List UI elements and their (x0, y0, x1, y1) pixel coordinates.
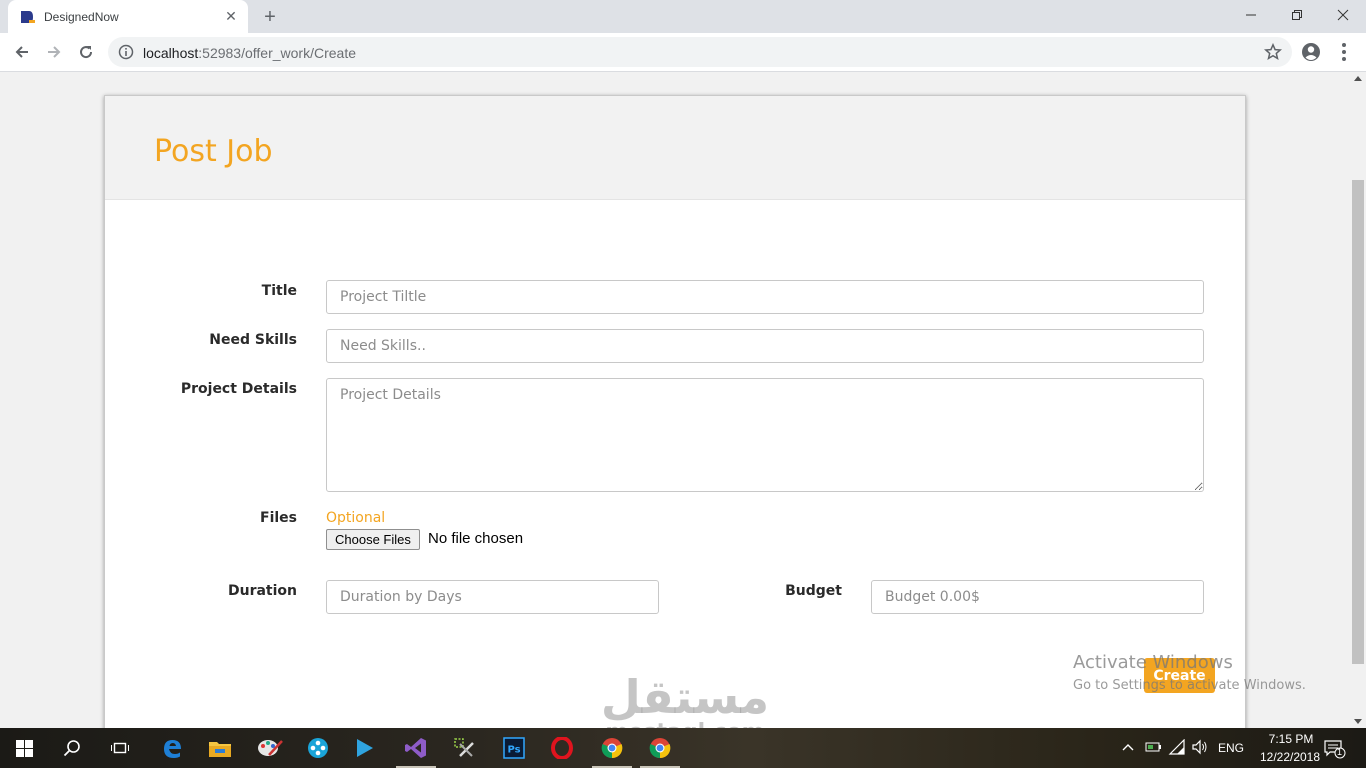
minimize-button[interactable] (1228, 0, 1274, 30)
windows-start-icon (15, 739, 33, 757)
page-scrollbar[interactable] (1350, 72, 1366, 728)
browser-toolbar: localhost:52983/offer_work/Create (0, 33, 1366, 72)
opera-icon (551, 737, 573, 759)
taskbar-app-chrome-2[interactable] (636, 728, 684, 768)
restore-button[interactable] (1274, 0, 1320, 30)
project-details-label: Project Details (180, 381, 297, 397)
reload-icon (80, 46, 93, 59)
clock-date[interactable]: 12/22/2018 (1250, 750, 1330, 764)
taskbar-app-opera[interactable] (538, 728, 586, 768)
restore-icon (1292, 10, 1302, 20)
clock-time[interactable]: 7:15 PM (1260, 732, 1322, 746)
edge-icon (164, 740, 181, 758)
browser-tab-bar: DesignedNow ✕ + (0, 0, 1366, 33)
tab-title: DesignedNow (44, 10, 119, 24)
search-button[interactable] (48, 728, 96, 768)
star-icon[interactable] (1264, 43, 1282, 61)
browser-tab[interactable]: DesignedNow ✕ (8, 0, 248, 33)
wifi-icon[interactable] (1168, 739, 1186, 755)
chrome-icon (601, 738, 623, 759)
files-label: Files (260, 510, 297, 526)
optional-hint: Optional (326, 510, 386, 526)
show-hidden-icons-icon[interactable] (1122, 742, 1134, 752)
duration-input[interactable] (326, 580, 659, 614)
volume-icon[interactable] (1191, 739, 1209, 755)
close-window-button[interactable] (1320, 0, 1366, 30)
activate-windows-title: Activate Windows (1073, 652, 1233, 673)
taskbar-app-paint[interactable] (246, 728, 294, 768)
need-skills-label: Need Skills (209, 332, 297, 348)
svg-text:Ps: Ps (508, 745, 521, 756)
paint-icon (258, 740, 283, 756)
close-icon (1337, 9, 1349, 21)
taskbar-app-chrome[interactable] (588, 728, 636, 768)
post-job-card: Post Job Title Need Skills Project Detai… (104, 95, 1246, 728)
url-text: localhost:52983/offer_work/Create (143, 45, 356, 61)
card-header: Post Job (105, 96, 1245, 200)
reload-button[interactable] (72, 38, 100, 66)
task-view-icon (111, 742, 129, 754)
budget-input[interactable] (871, 580, 1204, 614)
title-input[interactable] (326, 280, 1204, 314)
address-bar[interactable]: localhost:52983/offer_work/Create (108, 37, 1292, 67)
arrow-right-icon (48, 46, 61, 58)
taskbar-app-file-explorer[interactable] (196, 728, 244, 768)
photoshop-icon: Ps (503, 737, 525, 759)
choose-files-button[interactable]: Choose Files (326, 529, 420, 550)
chrome-icon (649, 738, 671, 759)
info-icon[interactable] (118, 44, 134, 60)
start-button[interactable] (0, 728, 48, 768)
file-status-text: No file chosen (428, 530, 524, 547)
arrow-left-icon (15, 46, 28, 58)
activate-windows-notice: Activate Windows Go to Settings to activ… (1073, 652, 1306, 693)
more-options-icon[interactable] (1336, 41, 1352, 63)
taskbar-app-player[interactable] (340, 728, 388, 768)
visual-studio-icon (405, 738, 426, 758)
activate-windows-subtitle: Go to Settings to activate Windows. (1073, 678, 1306, 693)
minimize-icon (1246, 14, 1256, 16)
tools-icon (454, 738, 474, 757)
battery-icon[interactable] (1145, 740, 1163, 754)
windows-taskbar: Ps ENG 7:15 PM 12/22/2018 1 (0, 728, 1366, 768)
notification-count-badge: 1 (1337, 747, 1343, 757)
need-skills-input[interactable] (326, 329, 1204, 363)
url-host: localhost (143, 45, 199, 61)
duration-label: Duration (227, 583, 297, 599)
player-icon (357, 739, 373, 757)
page-title: Post Job (154, 134, 273, 169)
scrollbar-thumb[interactable] (1352, 180, 1364, 664)
scroll-down-arrow-icon[interactable] (1354, 719, 1362, 724)
taskbar-app-media[interactable] (294, 728, 342, 768)
title-label: Title (261, 283, 297, 299)
close-tab-icon[interactable]: ✕ (222, 7, 240, 25)
file-explorer-icon (209, 742, 231, 757)
search-icon (63, 740, 80, 757)
taskbar-app-edge[interactable] (148, 728, 196, 768)
action-center-icon[interactable] (1324, 739, 1346, 759)
profile-icon[interactable] (1300, 41, 1322, 63)
budget-label: Budget (785, 583, 842, 599)
scroll-up-arrow-icon[interactable] (1354, 76, 1362, 81)
taskbar-app-photoshop[interactable]: Ps (490, 728, 538, 768)
language-indicator[interactable]: ENG (1218, 741, 1244, 755)
url-path: :52983/offer_work/Create (198, 45, 356, 61)
media-icon (308, 738, 328, 758)
back-button[interactable] (8, 38, 36, 66)
site-favicon-icon (21, 11, 35, 23)
page-viewport: Post Job Title Need Skills Project Detai… (0, 72, 1350, 728)
taskbar-app-tools[interactable] (440, 728, 488, 768)
new-tab-button[interactable]: + (259, 6, 281, 28)
taskbar-app-visual-studio[interactable] (392, 728, 440, 768)
project-details-textarea[interactable] (326, 378, 1204, 492)
task-view-button[interactable] (96, 728, 144, 768)
forward-button[interactable] (40, 38, 68, 66)
